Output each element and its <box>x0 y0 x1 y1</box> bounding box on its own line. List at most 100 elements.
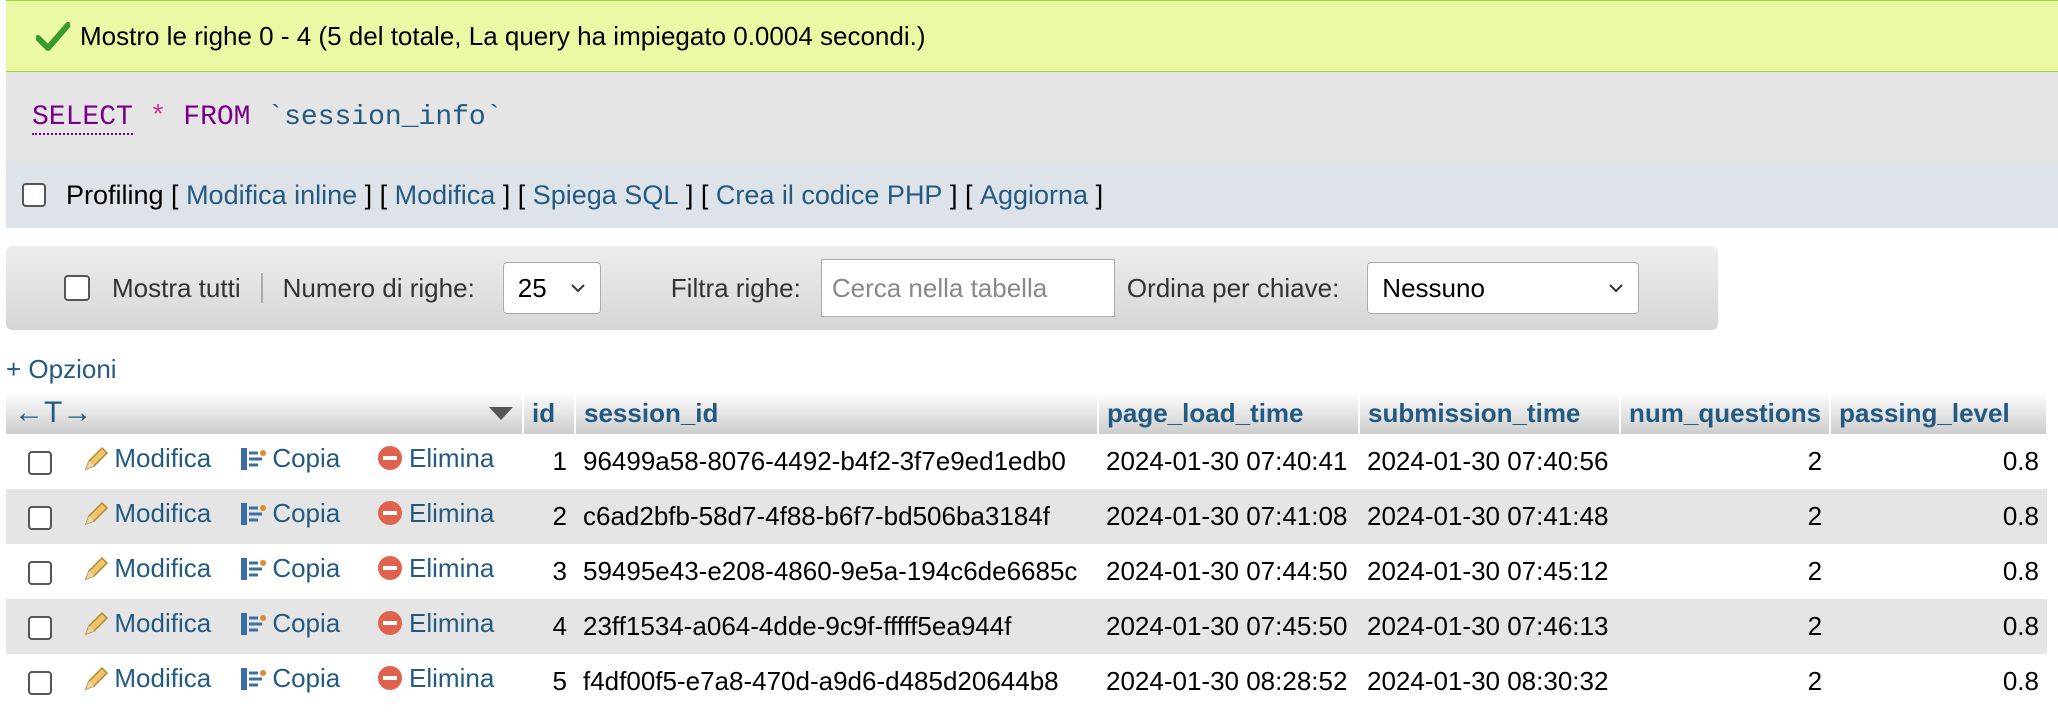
column-header-submission-time[interactable]: submission_time <box>1359 392 1621 434</box>
copy-row-label: Copia <box>272 498 341 529</box>
sql-keyword-select[interactable]: SELECT <box>32 101 133 135</box>
row-checkbox-cell <box>6 434 75 489</box>
cell-id: 4 <box>523 599 575 654</box>
create-php-code-link[interactable]: Crea il codice PHP <box>716 180 943 211</box>
nav-divider <box>260 273 263 303</box>
copy-row-label: Copia <box>272 663 341 694</box>
delete-icon <box>378 446 403 471</box>
copy-row-button[interactable]: Copia <box>238 443 340 474</box>
copy-row-button[interactable]: Copia <box>238 498 340 529</box>
delete-cell: Elimina <box>367 544 523 599</box>
delete-cell: Elimina <box>367 489 523 544</box>
column-move-arrows[interactable]: ←T→ <box>14 396 92 430</box>
delete-icon <box>378 501 403 526</box>
sort-triangle-icon[interactable] <box>488 405 514 421</box>
row-checkbox[interactable] <box>28 506 53 531</box>
delete-row-label: Elimina <box>409 442 495 473</box>
edit-row-button[interactable]: Modifica <box>82 553 211 584</box>
pencil-icon <box>85 501 109 526</box>
chevron-down-icon <box>571 284 585 293</box>
cell-submission-time: 2024-01-30 07:41:48 <box>1359 489 1620 544</box>
filter-rows-input[interactable]: Cerca nella tabella <box>820 259 1115 317</box>
edit-row-button[interactable]: Modifica <box>82 608 211 639</box>
column-nav-header: ←T→ <box>6 392 524 434</box>
column-header-num-questions[interactable]: num_questions <box>1620 392 1832 434</box>
success-message-text: Mostro le righe 0 - 4 (5 del totale, La … <box>80 20 926 51</box>
pencil-icon <box>85 556 109 581</box>
cell-session-id: 23ff1534-a064-4dde-9c9f-fffff5ea944f <box>575 599 1098 654</box>
cell-passing-level: 0.8 <box>1830 434 2047 489</box>
row-checkbox[interactable] <box>28 561 53 586</box>
delete-row-button[interactable]: Elimina <box>375 608 494 639</box>
cell-num-questions: 2 <box>1620 544 1831 599</box>
cell-num-questions: 2 <box>1620 654 1831 709</box>
sort-by-key-select[interactable]: Nessuno <box>1367 262 1640 314</box>
delete-row-label: Elimina <box>409 497 495 528</box>
copy-cell: Copia <box>230 489 368 544</box>
rows-count-value: 25 <box>517 272 547 303</box>
row-checkbox[interactable] <box>28 671 53 696</box>
table-row: Modifica Copia Elimina 5 f4df00f5-e7a8-4… <box>6 654 2047 709</box>
copy-row-icon <box>241 502 267 525</box>
delete-row-button[interactable]: Elimina <box>375 443 494 474</box>
copy-row-button[interactable]: Copia <box>238 663 340 694</box>
cell-passing-level: 0.8 <box>1830 544 2047 599</box>
cell-submission-time: 2024-01-30 07:46:13 <box>1359 599 1620 654</box>
column-header-id[interactable]: id <box>523 392 576 434</box>
edit-row-label: Modifica <box>114 553 212 584</box>
filter-rows-placeholder: Cerca nella tabella <box>831 272 1048 303</box>
copy-row-button[interactable]: Copia <box>238 608 340 639</box>
table-row: Modifica Copia Elimina 1 96499a58-8076-4… <box>6 434 2047 489</box>
copy-cell: Copia <box>230 654 368 709</box>
cell-num-questions: 2 <box>1620 489 1831 544</box>
filter-rows-label: Filtra righe: <box>670 272 801 303</box>
sql-query-code: SELECT * FROM `session_info` <box>32 101 503 135</box>
pencil-icon <box>85 611 109 636</box>
sql-table-name: `session_info` <box>267 101 503 133</box>
profiling-checkbox[interactable] <box>22 183 46 207</box>
cell-session-id: 59495e43-e208-4860-9e5a-194c6de6685c <box>575 544 1098 599</box>
delete-row-button[interactable]: Elimina <box>375 498 494 529</box>
column-header-session-id[interactable]: session_id <box>575 392 1099 434</box>
delete-row-button[interactable]: Elimina <box>375 553 494 584</box>
delete-row-button[interactable]: Elimina <box>375 663 494 694</box>
edit-row-button[interactable]: Modifica <box>82 443 211 474</box>
column-header-page-load-time[interactable]: page_load_time <box>1098 392 1360 434</box>
explain-sql-link[interactable]: Spiega SQL <box>533 180 679 211</box>
show-all-checkbox[interactable] <box>64 275 90 301</box>
cell-passing-level: 0.8 <box>1830 654 2047 709</box>
sql-query-box[interactable]: SELECT * FROM `session_info` <box>6 72 2058 162</box>
edit-query-link[interactable]: Modifica <box>395 180 496 211</box>
cell-page-load-time: 2024-01-30 07:44:50 <box>1098 544 1359 599</box>
results-table: ←T→ id session_id page_load_time submiss… <box>6 392 2048 709</box>
cell-submission-time: 2024-01-30 07:40:56 <box>1359 434 1620 489</box>
sql-star: * <box>149 101 167 133</box>
rows-count-select[interactable]: 25 <box>502 262 601 314</box>
row-checkbox[interactable] <box>28 451 53 476</box>
copy-row-button[interactable]: Copia <box>238 553 340 584</box>
delete-cell: Elimina <box>367 654 523 709</box>
edit-row-button[interactable]: Modifica <box>82 498 211 529</box>
table-row: Modifica Copia Elimina 3 59495e43-e208-4… <box>6 544 2047 599</box>
cell-submission-time: 2024-01-30 07:45:12 <box>1359 544 1620 599</box>
phpmyadmin-results-page: Mostro le righe 0 - 4 (5 del totale, La … <box>0 0 2058 724</box>
edit-row-label: Modifica <box>114 608 212 639</box>
column-header-passing-level[interactable]: passing_level <box>1830 392 2048 434</box>
edit-cell: Modifica <box>74 434 231 489</box>
delete-cell: Elimina <box>367 599 523 654</box>
refresh-link[interactable]: Aggiorna <box>980 180 1088 211</box>
row-checkbox[interactable] <box>28 616 53 641</box>
profiling-label: Profiling <box>66 179 164 210</box>
edit-row-button[interactable]: Modifica <box>82 663 211 694</box>
options-link[interactable]: + Opzioni <box>6 354 117 385</box>
rows-count-label: Numero di righe: <box>282 272 475 303</box>
cell-session-id: c6ad2bfb-58d7-4f88-b6f7-bd506ba3184f <box>575 489 1098 544</box>
copy-row-icon <box>241 612 267 635</box>
pencil-icon <box>85 446 109 471</box>
show-all-label: Mostra tutti <box>112 272 241 303</box>
edit-inline-link[interactable]: Modifica inline <box>186 180 357 211</box>
copy-cell: Copia <box>230 544 368 599</box>
delete-cell: Elimina <box>367 434 523 489</box>
cell-page-load-time: 2024-01-30 07:45:50 <box>1098 599 1359 654</box>
edit-cell: Modifica <box>74 654 231 709</box>
